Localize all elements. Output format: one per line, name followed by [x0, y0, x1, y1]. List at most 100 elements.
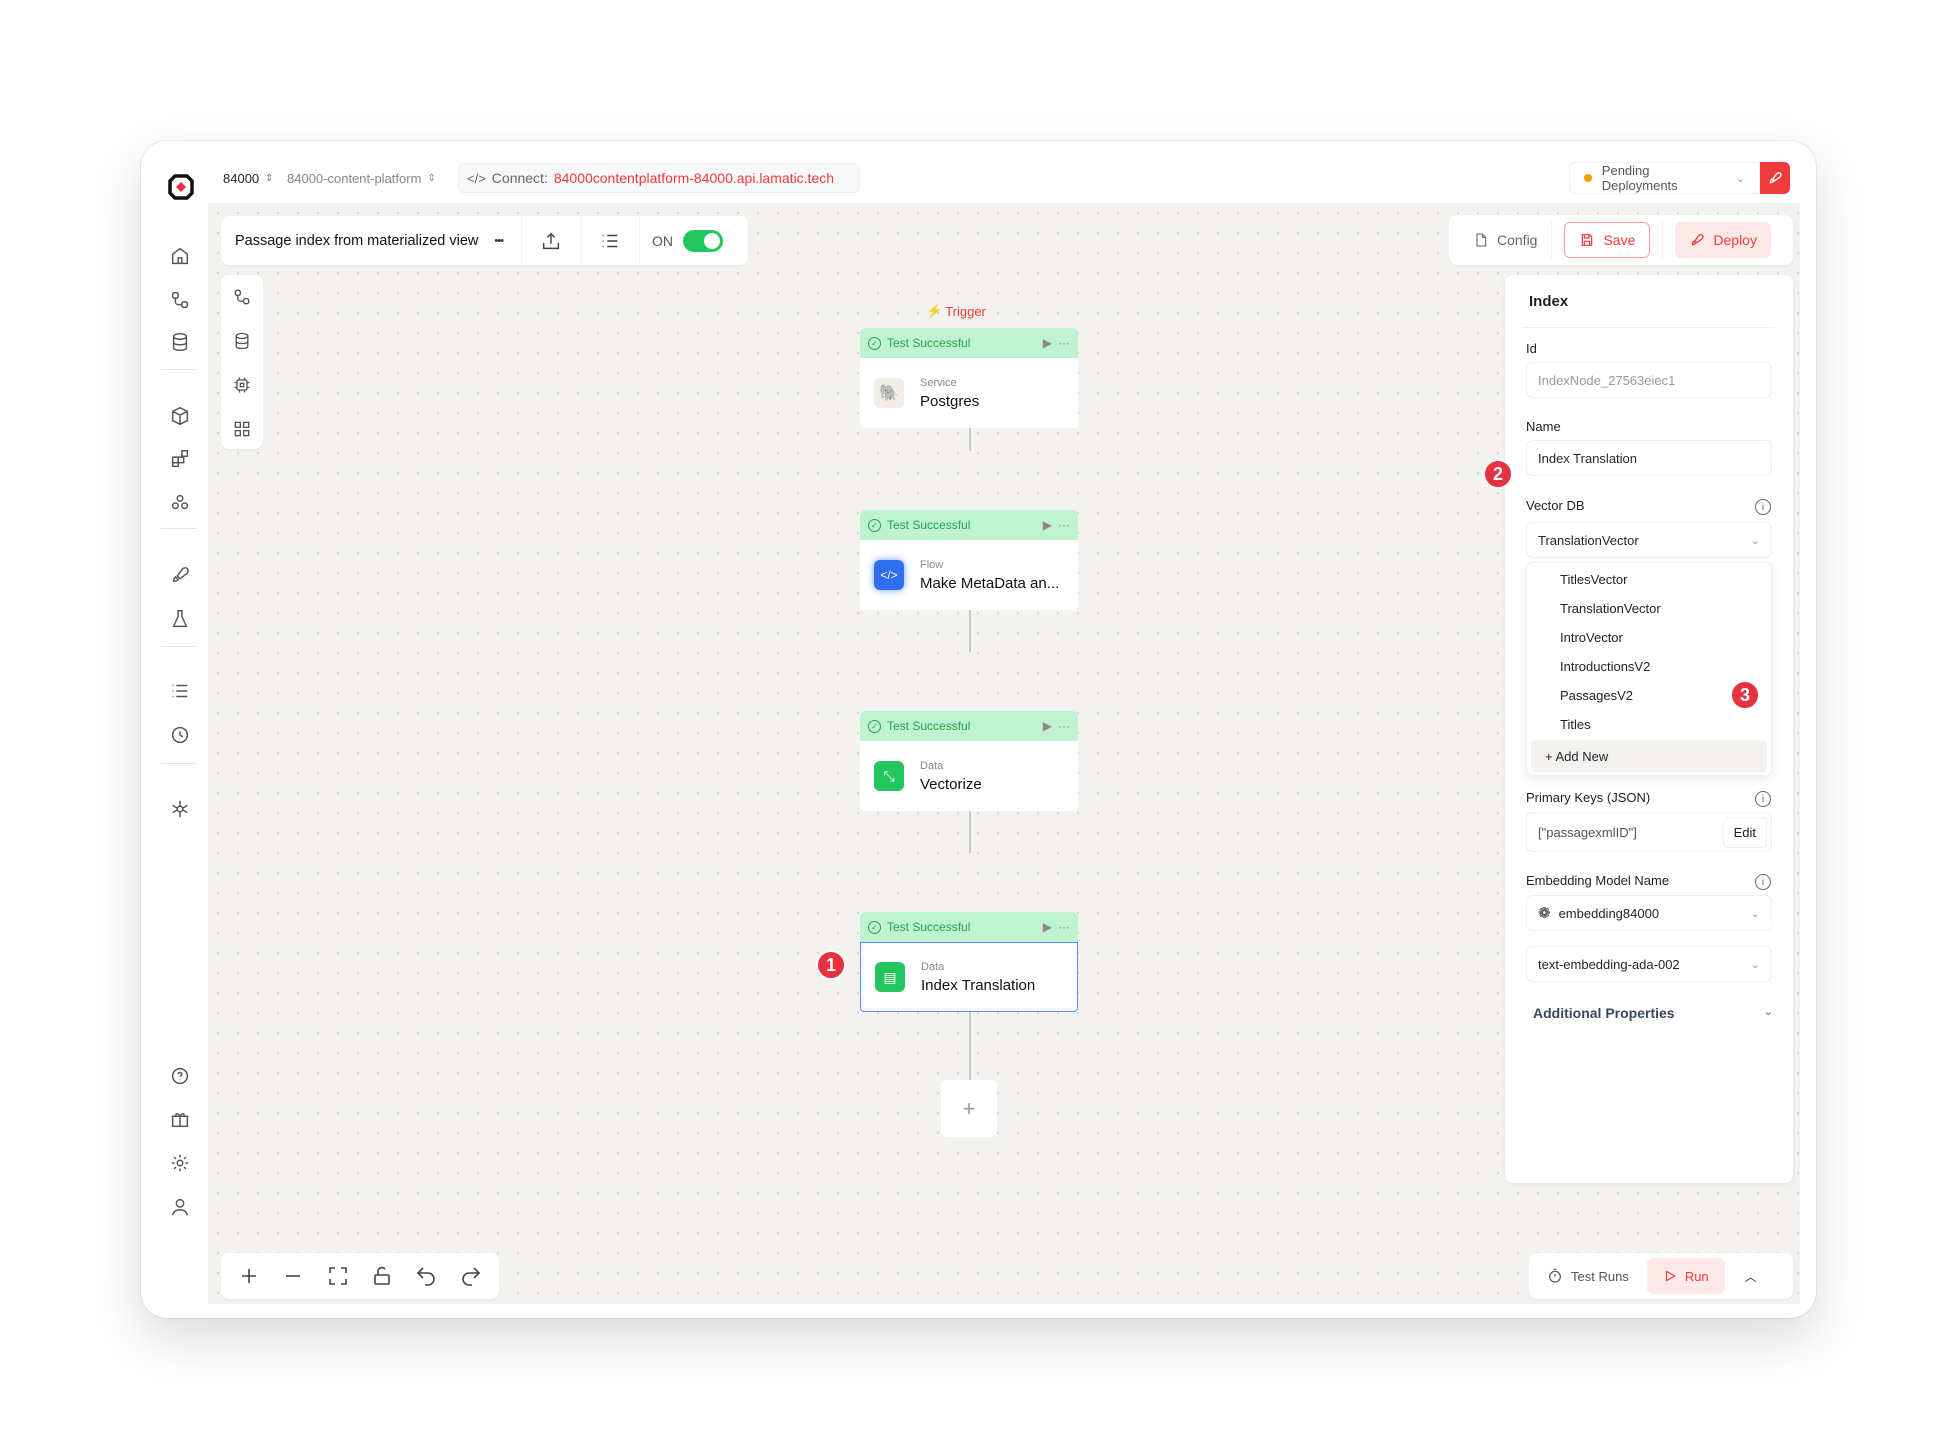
org-name: 84000	[223, 170, 260, 186]
add-new-vectordb-option[interactable]: + Add New	[1531, 740, 1767, 772]
gift-icon[interactable]	[169, 1108, 191, 1130]
models-icon[interactable]	[169, 492, 191, 514]
edit-primary-keys-button[interactable]: Edit	[1722, 816, 1767, 848]
unlock-icon[interactable]	[370, 1264, 394, 1288]
pending-deployments-dropdown[interactable]: Pending Deployments ⌄	[1569, 162, 1760, 194]
name-field[interactable]: Index Translation	[1526, 440, 1772, 476]
more-icon[interactable]: ···	[1058, 336, 1070, 350]
left-sidebar	[141, 203, 208, 1318]
zoom-in-icon[interactable]	[237, 1264, 261, 1288]
node-body[interactable]: 🐘 Service Postgres	[860, 358, 1078, 428]
connect-pill[interactable]: </> Connect: 84000contentplatform-84000.…	[458, 163, 860, 193]
more-options-button[interactable]: •••	[494, 235, 504, 247]
vectordb-option[interactable]: IntroVector	[1560, 630, 1623, 645]
org-switcher[interactable]: 84000 ⇕	[223, 163, 274, 193]
vectordb-option[interactable]: TitlesVector	[1560, 572, 1627, 587]
flow-node[interactable]: ✓ Test Successful ▶ ··· ⤡ Data Vectorize	[860, 711, 1078, 811]
info-icon[interactable]: i	[1755, 874, 1771, 890]
add-node-button[interactable]: +	[941, 1080, 997, 1137]
run-button[interactable]: Run	[1646, 1258, 1725, 1294]
embedding-model-select[interactable]: text-embedding-ada-002 ⌄	[1526, 946, 1772, 982]
flows-icon[interactable]	[169, 289, 191, 311]
chip-icon[interactable]	[232, 375, 252, 395]
list-icon[interactable]	[599, 230, 621, 252]
pending-label: Pending Deployments	[1601, 163, 1678, 193]
lamatic-logo[interactable]	[168, 174, 194, 200]
save-button[interactable]: Save	[1564, 222, 1651, 258]
node-status: Test Successful	[887, 336, 971, 350]
test-runs-label: Test Runs	[1571, 1268, 1629, 1284]
additional-properties-toggle[interactable]: Additional Properties ⌄	[1533, 1005, 1773, 1021]
connect-url[interactable]: 84000contentplatform-84000.api.lamatic.t…	[554, 170, 834, 186]
play-icon[interactable]: ▶	[1043, 719, 1052, 733]
more-icon[interactable]: ···	[1058, 920, 1070, 934]
play-icon[interactable]: ▶	[1043, 920, 1052, 934]
node-body[interactable]: ▤ Data Index Translation	[860, 942, 1078, 1012]
history-icon[interactable]	[169, 724, 191, 746]
info-icon[interactable]: i	[1755, 499, 1771, 515]
check-circle-icon: ✓	[868, 336, 881, 350]
more-icon[interactable]: ···	[1058, 518, 1070, 532]
undo-icon[interactable]	[414, 1264, 438, 1288]
vectordb-option[interactable]: PassagesV2	[1560, 688, 1633, 703]
deploy-button[interactable]: Deploy	[1675, 222, 1771, 258]
test-runs-button[interactable]: Test Runs	[1535, 1268, 1641, 1284]
play-icon[interactable]: ▶	[1043, 518, 1052, 532]
flow-node[interactable]: ✓ Test Successful ▶ ··· ▤ Data Index Translat…	[860, 912, 1078, 1012]
play-icon[interactable]: ▶	[1043, 336, 1052, 350]
node-status: Test Successful	[887, 920, 971, 934]
database-icon[interactable]	[169, 331, 191, 353]
info-icon[interactable]: i	[1755, 791, 1771, 807]
divider	[579, 216, 581, 265]
chevron-up-icon[interactable]: ︿	[1745, 1268, 1757, 1285]
updown-icon: ⇕	[427, 172, 436, 184]
flow-node[interactable]: ✓ Test Successful ▶ ··· 🐘 Service Postgres	[860, 328, 1078, 428]
integrations-icon[interactable]	[169, 448, 191, 470]
vectordb-dropdown-menu: TitlesVector TranslationVector IntroVector…	[1526, 562, 1772, 776]
flask-icon[interactable]	[169, 608, 191, 630]
node-body[interactable]: </> Flow Make MetaData an...	[860, 540, 1078, 610]
flow-node[interactable]: ✓ Test Successful ▶ ··· </> Flow Make MetaDat…	[860, 510, 1078, 610]
box-icon[interactable]	[169, 405, 191, 427]
node-category: Data	[921, 960, 945, 973]
user-icon[interactable]	[169, 1196, 191, 1218]
deploy-rocket-button[interactable]	[1760, 162, 1790, 194]
flow-active-toggle[interactable]	[682, 229, 723, 252]
zoom-out-icon[interactable]	[281, 1264, 305, 1288]
flows-icon[interactable]	[232, 287, 252, 307]
flow-canvas[interactable]: Passage index from materialized view •••…	[208, 203, 1800, 1304]
rocket-icon[interactable]	[169, 564, 191, 586]
toggle-label: ON	[651, 232, 673, 249]
export-upload-icon[interactable]	[540, 230, 562, 252]
help-icon[interactable]	[169, 1065, 191, 1087]
node-status-header: ✓ Test Successful ▶ ···	[860, 510, 1078, 540]
fit-view-icon[interactable]	[326, 1264, 350, 1288]
embedding-credential-select[interactable]: ❁ embedding84000 ⌄	[1526, 895, 1772, 931]
chevron-down-icon: ⌄	[1750, 958, 1760, 971]
apps-grid-icon[interactable]	[232, 419, 252, 439]
home-icon[interactable]	[169, 245, 191, 267]
vectordb-option[interactable]: IntroductionsV2	[1560, 659, 1650, 674]
redo-icon[interactable]	[459, 1264, 483, 1288]
code-icon: </>	[467, 170, 486, 186]
project-switcher[interactable]: 84000-content-platform ⇕	[287, 163, 436, 193]
stopwatch-icon	[1549, 1268, 1561, 1283]
node-status-header: ✓ Test Successful ▶ ···	[860, 328, 1078, 358]
connect-label: Connect:	[491, 170, 548, 186]
embedding-model-label: Embedding Model Name	[1526, 873, 1670, 888]
logs-list-icon[interactable]	[169, 680, 191, 702]
node-body[interactable]: ⤡ Data Vectorize	[860, 741, 1078, 811]
chevron-down-icon: ⌄	[1750, 907, 1760, 920]
flow-name[interactable]: Passage index from materialized view	[221, 233, 478, 249]
more-icon[interactable]: ···	[1058, 719, 1070, 733]
vectordb-select[interactable]: TranslationVector ⌄	[1526, 522, 1772, 558]
node-config-panel: Index Id IndexNode_27563eiec1 Name Index…	[1505, 275, 1793, 1183]
chevron-down-icon: ⌄	[1750, 534, 1760, 547]
primary-keys-field[interactable]: ["passagexmlID"] Edit	[1526, 812, 1772, 852]
vectordb-option[interactable]: Titles	[1560, 717, 1591, 732]
database-icon[interactable]	[232, 331, 252, 351]
network-icon[interactable]	[169, 798, 191, 820]
config-button[interactable]: Config	[1459, 232, 1551, 248]
vectordb-option[interactable]: TranslationVector	[1560, 601, 1661, 616]
settings-gear-icon[interactable]	[169, 1152, 191, 1174]
